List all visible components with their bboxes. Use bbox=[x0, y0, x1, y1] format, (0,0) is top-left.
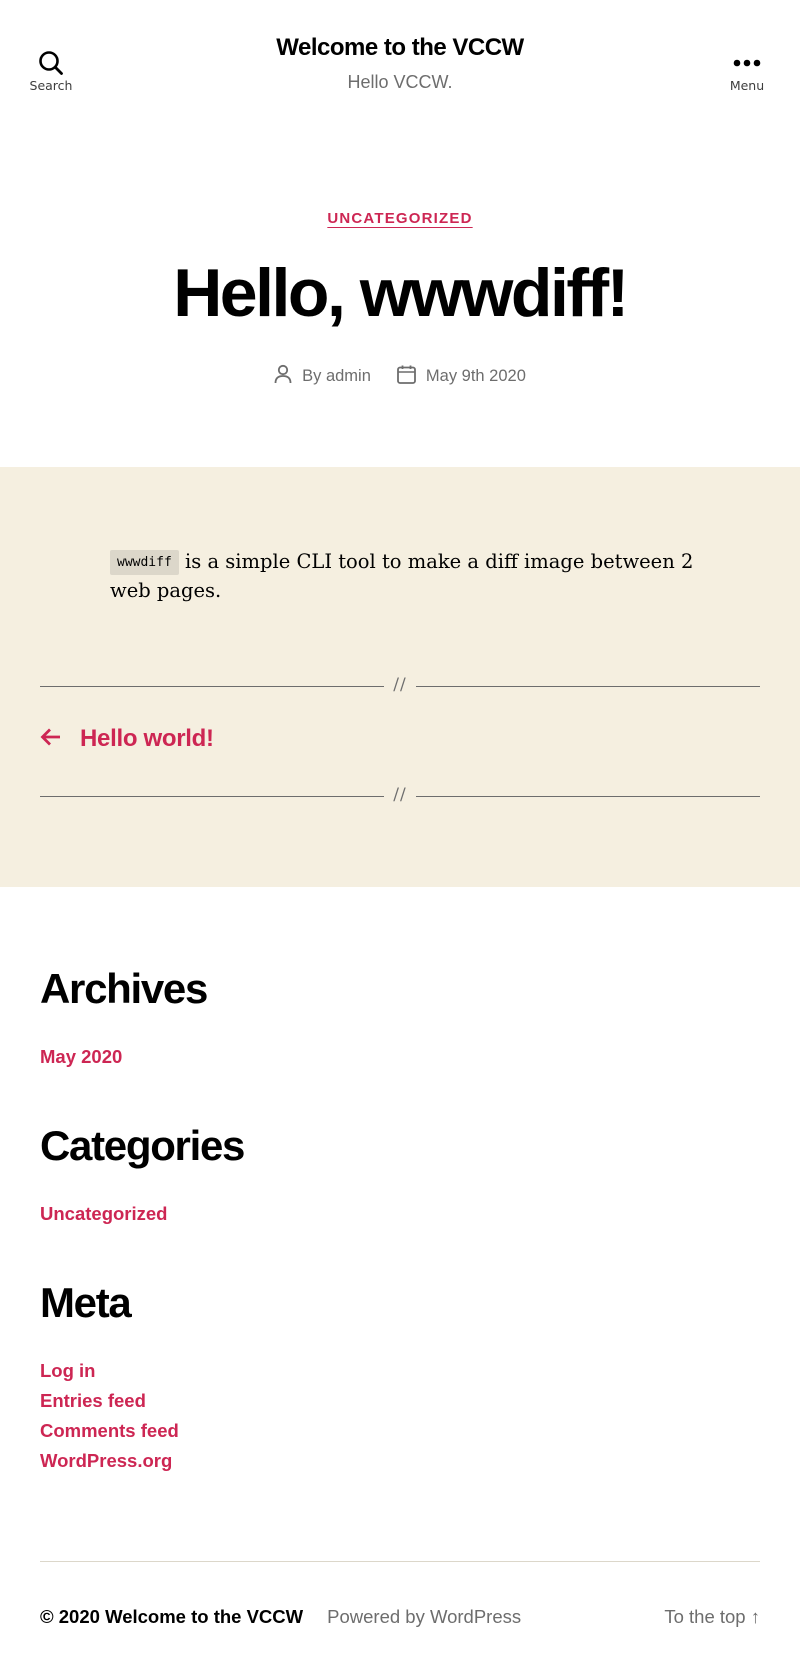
widget-archives: Archives May 2020 bbox=[40, 965, 208, 1072]
archives-list: May 2020 bbox=[40, 1042, 207, 1072]
widget-title-categories: Categories bbox=[40, 1122, 245, 1169]
author-prefix: By bbox=[302, 367, 322, 385]
inline-code: wwwdiff bbox=[110, 550, 179, 575]
entries-feed-link[interactable]: Entries feed bbox=[40, 1390, 146, 1411]
menu-label: Menu bbox=[729, 78, 765, 93]
meta-list: Log in Entries feed Comments feed WordPr… bbox=[40, 1356, 179, 1476]
widget-title-meta: Meta bbox=[40, 1279, 132, 1326]
arrow-left-icon bbox=[40, 727, 62, 752]
person-icon bbox=[274, 364, 292, 389]
separator-glyph: // bbox=[393, 785, 407, 805]
menu-toggle-button[interactable]: Menu bbox=[702, 50, 792, 93]
previous-post-title: Hello world! bbox=[80, 725, 214, 752]
footer-divider bbox=[40, 1561, 760, 1562]
entry-content-text: is a simple CLI tool to make a diff imag… bbox=[110, 550, 694, 603]
comments-feed-link[interactable]: Comments feed bbox=[40, 1420, 179, 1441]
widget-meta: Meta Log in Entries feed Comments feed W… bbox=[40, 1282, 179, 1476]
author-link[interactable]: admin bbox=[326, 367, 371, 385]
powered-by-link[interactable]: Powered by WordPress bbox=[327, 1606, 521, 1628]
separator: // bbox=[40, 785, 760, 807]
entry-categories: UNCATEGORIZED bbox=[0, 210, 800, 228]
list-item: Uncategorized bbox=[40, 1199, 244, 1229]
wordpress-org-link[interactable]: WordPress.org bbox=[40, 1450, 172, 1471]
separator-glyph: // bbox=[393, 675, 407, 695]
entry-content: wwwdiff is a simple CLI tool to make a d… bbox=[110, 547, 700, 606]
list-item: WordPress.org bbox=[40, 1446, 179, 1476]
widget-categories: Categories Uncategorized bbox=[40, 1122, 245, 1229]
date-link[interactable]: May 9th 2020 bbox=[426, 367, 526, 386]
entry-content-band: wwwdiff is a simple CLI tool to make a d… bbox=[0, 467, 800, 887]
entry-title: Hello, wwwdiff! bbox=[173, 255, 629, 331]
site-header: Search Welcome to the VCCW Hello VCCW. M… bbox=[0, 0, 800, 130]
archive-link[interactable]: May 2020 bbox=[40, 1046, 122, 1067]
previous-post-link[interactable]: Hello world! bbox=[40, 725, 214, 753]
post-date: May 9th 2020 bbox=[397, 365, 526, 389]
post-author: By admin bbox=[274, 364, 371, 389]
list-item: Comments feed bbox=[40, 1416, 179, 1446]
post-meta: By admin May 9th 2020 bbox=[0, 364, 800, 389]
to-the-top-link[interactable]: To the top ↑ bbox=[664, 1606, 760, 1628]
ellipsis-icon bbox=[702, 50, 792, 76]
separator: // bbox=[40, 675, 760, 697]
site-description: Hello VCCW. bbox=[347, 72, 453, 92]
category-link[interactable]: UNCATEGORIZED bbox=[327, 210, 472, 227]
list-item: May 2020 bbox=[40, 1042, 207, 1072]
site-footer: © 2020 Welcome to the VCCW Powered by Wo… bbox=[40, 1606, 760, 1628]
list-item: Log in bbox=[40, 1356, 179, 1386]
footer-site-link[interactable]: Welcome to the VCCW bbox=[105, 1606, 303, 1627]
site-title[interactable]: Welcome to the VCCW bbox=[0, 34, 800, 62]
copyright-prefix: © 2020 bbox=[40, 1606, 100, 1627]
list-item: Entries feed bbox=[40, 1386, 179, 1416]
categories-list: Uncategorized bbox=[40, 1199, 244, 1229]
calendar-icon bbox=[397, 365, 416, 389]
widget-title-archives: Archives bbox=[40, 965, 208, 1012]
footer-copyright: © 2020 Welcome to the VCCW bbox=[40, 1606, 303, 1628]
category-widget-link[interactable]: Uncategorized bbox=[40, 1203, 167, 1224]
login-link[interactable]: Log in bbox=[40, 1360, 95, 1381]
